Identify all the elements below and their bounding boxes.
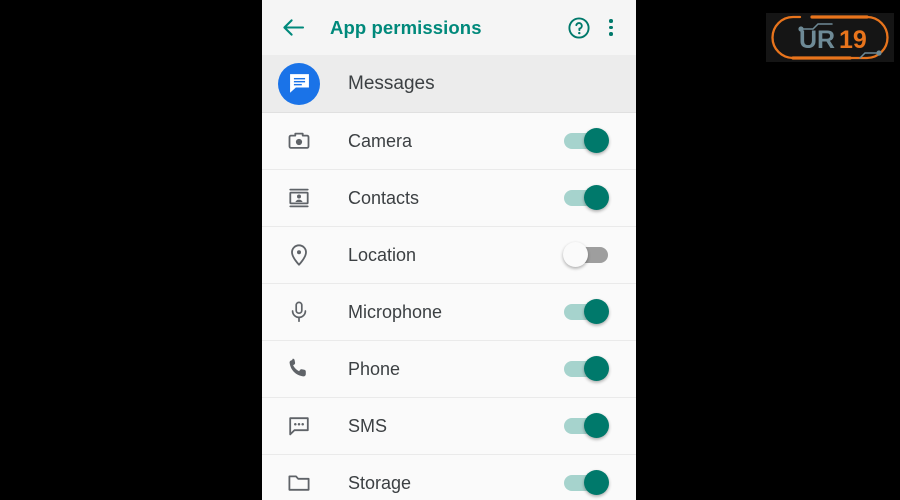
help-button[interactable] <box>564 13 594 43</box>
phone-screen-panel: App permissions Messages <box>262 0 636 500</box>
permission-label: Microphone <box>348 302 564 323</box>
watermark-text-right: 19 <box>839 26 867 54</box>
permission-toggle-phone[interactable] <box>564 356 608 382</box>
app-header-row: Messages <box>262 55 636 113</box>
permission-row-sms[interactable]: SMS <box>262 398 636 455</box>
folder-icon <box>278 470 320 496</box>
contacts-icon <box>278 185 320 211</box>
sms-bubble-icon <box>278 413 320 439</box>
permission-label: Location <box>348 245 564 266</box>
location-pin-icon <box>278 242 320 268</box>
permission-label: Contacts <box>348 188 564 209</box>
help-circle-icon <box>567 16 591 40</box>
permission-toggle-sms[interactable] <box>564 413 608 439</box>
permission-row-location[interactable]: Location <box>262 227 636 284</box>
overflow-menu-icon <box>609 17 613 37</box>
microphone-icon <box>278 299 320 325</box>
camera-icon <box>278 128 320 154</box>
permission-toggle-location[interactable] <box>564 242 608 268</box>
permission-row-contacts[interactable]: Contacts <box>262 170 636 227</box>
permission-row-phone[interactable]: Phone <box>262 341 636 398</box>
permission-toggle-storage[interactable] <box>564 470 608 496</box>
permission-label: Storage <box>348 473 564 494</box>
app-name-label: Messages <box>348 73 435 95</box>
permission-row-camera[interactable]: Camera <box>262 113 636 170</box>
page-title: App permissions <box>330 17 564 39</box>
permission-label: Phone <box>348 359 564 380</box>
back-button[interactable] <box>278 13 308 43</box>
overflow-menu-button[interactable] <box>600 13 622 43</box>
brand-logo-watermark: UR 19 <box>766 13 894 62</box>
permission-row-storage[interactable]: Storage <box>262 455 636 500</box>
permission-toggle-contacts[interactable] <box>564 185 608 211</box>
watermark-text-left: UR <box>799 26 835 54</box>
permission-label: Camera <box>348 131 564 152</box>
permission-label: SMS <box>348 416 564 437</box>
permission-row-microphone[interactable]: Microphone <box>262 284 636 341</box>
permission-toggle-microphone[interactable] <box>564 299 608 325</box>
messages-app-icon <box>278 63 320 105</box>
phone-icon <box>278 356 320 382</box>
permission-toggle-camera[interactable] <box>564 128 608 154</box>
arrow-left-icon <box>282 18 305 37</box>
app-bar: App permissions <box>262 0 636 55</box>
